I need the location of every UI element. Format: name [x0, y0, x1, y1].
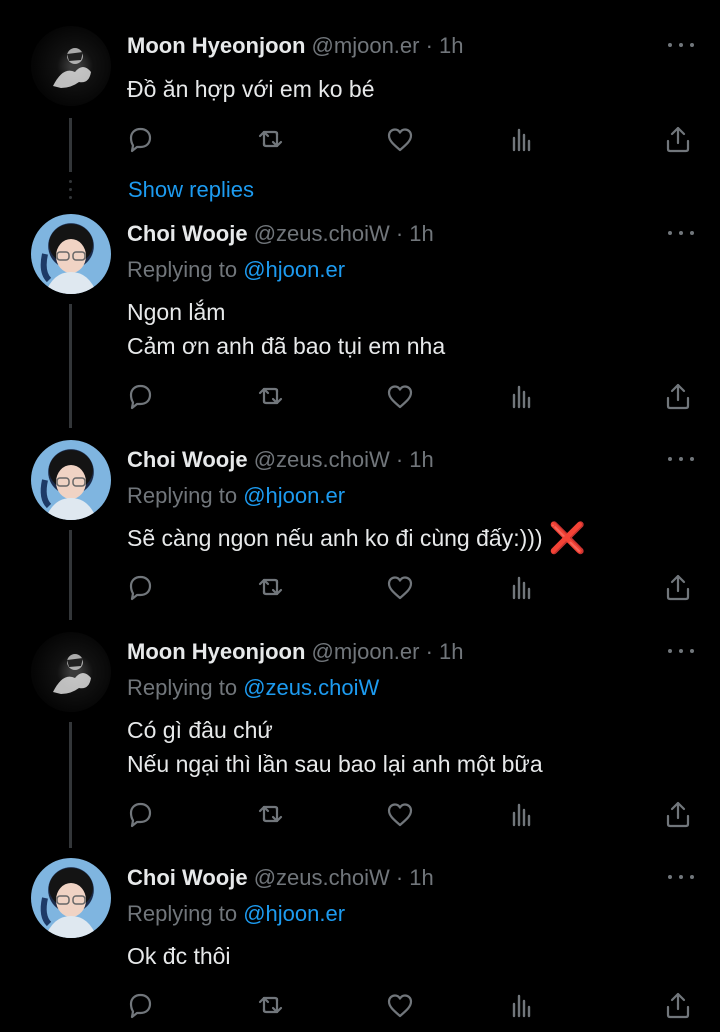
replying-to: Replying to @hjoon.er — [127, 257, 346, 282]
retweet-icon[interactable] — [255, 799, 285, 829]
replying-to-link[interactable]: @zeus.choiW — [243, 675, 379, 700]
handle-and-time[interactable]: @mjoon.er · 1h — [312, 33, 464, 58]
views-icon[interactable] — [506, 381, 536, 411]
display-name[interactable]: Moon Hyeonjoon — [127, 33, 305, 58]
avatar-image — [53, 48, 91, 88]
cross-mark-emoji: ❌ — [548, 522, 586, 555]
more-options-icon[interactable] — [668, 229, 694, 237]
display-name[interactable]: Choi Wooje — [127, 221, 248, 246]
like-icon[interactable] — [385, 572, 415, 602]
replying-to-link[interactable]: @hjoon.er — [243, 483, 345, 508]
thread-line — [69, 118, 72, 172]
tweet-text: Ngon lắm Cảm ơn anh đã bao tụi em nha — [127, 299, 446, 359]
action-bar — [125, 381, 695, 413]
share-icon[interactable] — [663, 799, 693, 829]
retweet-icon[interactable] — [255, 572, 285, 602]
views-icon[interactable] — [506, 799, 536, 829]
handle-and-time[interactable]: @mjoon.er · 1h — [312, 639, 464, 664]
tweet-text: Sẽ càng ngon nếu anh ko đi cùng đấy:))) ❌ — [127, 522, 586, 555]
views-icon[interactable] — [506, 990, 536, 1020]
like-icon[interactable] — [385, 381, 415, 411]
more-options-icon[interactable] — [668, 41, 694, 49]
retweet-icon[interactable] — [255, 124, 285, 154]
tweet-header: Choi Wooje @zeus.choiW · 1h — [127, 865, 434, 891]
action-bar — [125, 799, 695, 831]
reply-icon[interactable] — [125, 381, 155, 411]
avatar[interactable] — [31, 440, 111, 520]
thread-line — [69, 304, 72, 428]
reply-icon[interactable] — [125, 799, 155, 829]
action-bar — [125, 124, 695, 156]
action-bar — [125, 990, 695, 1022]
retweet-icon[interactable] — [255, 990, 285, 1020]
tweet-header: Moon Hyeonjoon @mjoon.er · 1h — [127, 639, 464, 665]
handle-and-time[interactable]: @zeus.choiW · 1h — [254, 221, 434, 246]
share-icon[interactable] — [663, 990, 693, 1020]
replying-to-link[interactable]: @hjoon.er — [243, 901, 345, 926]
replying-to: Replying to @zeus.choiW — [127, 675, 380, 700]
show-replies-link[interactable]: Show replies — [128, 176, 254, 204]
thread-line — [69, 722, 72, 848]
share-icon[interactable] — [663, 572, 693, 602]
tweet-text: Đồ ăn hợp với em ko bé — [127, 76, 375, 102]
more-options-icon[interactable] — [668, 647, 694, 655]
avatar[interactable] — [31, 858, 111, 938]
avatar-image — [40, 868, 97, 938]
reply-icon[interactable] — [125, 572, 155, 602]
share-icon[interactable] — [663, 124, 693, 154]
views-icon[interactable] — [506, 124, 536, 154]
views-icon[interactable] — [506, 572, 536, 602]
display-name[interactable]: Choi Wooje — [127, 865, 248, 890]
retweet-icon[interactable] — [255, 381, 285, 411]
more-options-icon[interactable] — [668, 873, 694, 881]
handle-and-time[interactable]: @zeus.choiW · 1h — [254, 447, 434, 472]
display-name[interactable]: Moon Hyeonjoon — [127, 639, 305, 664]
replying-to-link[interactable]: @hjoon.er — [243, 257, 345, 282]
avatar[interactable] — [31, 214, 111, 294]
like-icon[interactable] — [385, 124, 415, 154]
more-options-icon[interactable] — [668, 455, 694, 463]
share-icon[interactable] — [663, 381, 693, 411]
replying-to: Replying to @hjoon.er — [127, 483, 346, 508]
handle-and-time[interactable]: @zeus.choiW · 1h — [254, 865, 434, 890]
avatar-image — [53, 654, 91, 694]
tweet-header: Choi Wooje @zeus.choiW · 1h — [127, 447, 434, 473]
tweet-header: Choi Wooje @zeus.choiW · 1h — [127, 221, 434, 247]
avatar-image — [40, 450, 97, 520]
avatar[interactable] — [31, 632, 111, 712]
like-icon[interactable] — [385, 799, 415, 829]
reply-icon[interactable] — [125, 124, 155, 154]
tweet-header: Moon Hyeonjoon @mjoon.er · 1h — [127, 33, 464, 59]
tweet-text: Ok đc thôi — [127, 943, 231, 969]
thread-dots — [69, 180, 72, 204]
avatar[interactable] — [31, 26, 111, 106]
thread-line — [69, 530, 72, 620]
tweet-text: Có gì đâu chứ Nếu ngại thì lần sau bao l… — [127, 717, 543, 777]
replying-to: Replying to @hjoon.er — [127, 901, 346, 926]
reply-icon[interactable] — [125, 990, 155, 1020]
display-name[interactable]: Choi Wooje — [127, 447, 248, 472]
like-icon[interactable] — [385, 990, 415, 1020]
action-bar — [125, 572, 695, 604]
avatar-image — [40, 224, 97, 294]
